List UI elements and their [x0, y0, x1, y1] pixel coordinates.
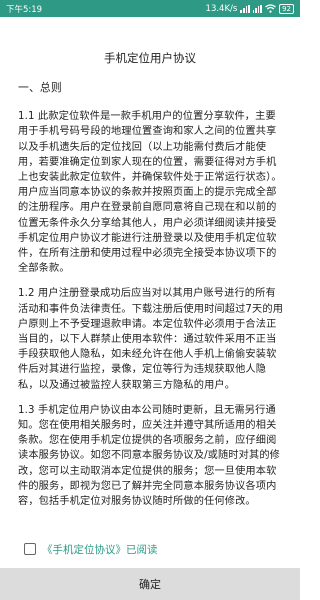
network-speed: 13.4K/s: [205, 3, 238, 14]
wifi-icon: [265, 4, 276, 13]
agree-checkbox[interactable]: [24, 543, 36, 555]
signal-icon: [240, 4, 250, 13]
section-heading: 一、总则: [18, 81, 62, 94]
status-time: 下午5:19: [6, 4, 43, 15]
agreement-link[interactable]: 《手机定位协议》: [42, 544, 126, 556]
agreement-content[interactable]: 一、总则 1.1 此款定位软件是一款手机用户的位置分享软件，主要用于手机号码号段…: [18, 80, 284, 536]
page-title: 手机定位用户协议: [104, 51, 196, 65]
agree-suffix: 已阅读: [126, 543, 158, 556]
status-bar: 下午5:19 13.4K/s 92: [0, 0, 300, 17]
paragraph-1-3: 1.3 手机定位用户协议由本公司随时更新，且无需另行通知。您在使用相关服务时，应…: [18, 404, 281, 508]
status-indicators: 13.4K/s 92: [205, 3, 294, 14]
agreement-row[interactable]: 《手机定位协议》已阅读: [0, 537, 300, 561]
paragraph-1-2: 1.2 用户注册登录成功后应当对以其用户账号进行的所有活动和事件负法律责任。下载…: [18, 288, 284, 391]
battery-icon: 92: [279, 3, 294, 14]
paragraph-1-1: 1.1 此款定位软件是一款手机用户的位置分享软件，主要用于手机号码号段的地理位置…: [18, 111, 282, 275]
signal-icon-2: [252, 4, 263, 13]
confirm-button[interactable]: 确定: [0, 568, 300, 600]
agree-label: 《手机定位协议》已阅读: [42, 542, 158, 557]
